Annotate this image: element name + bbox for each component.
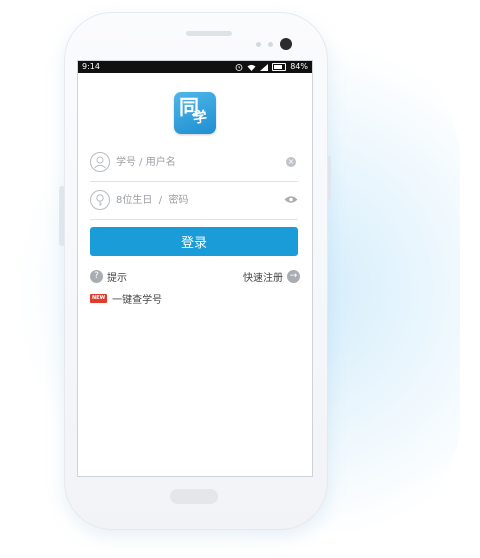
arrow-right-icon: → — [287, 270, 300, 283]
signal-icon — [260, 63, 269, 71]
front-camera — [280, 38, 292, 50]
logo-char-sub: 学 — [191, 109, 209, 127]
status-time: 9:14 — [82, 62, 100, 71]
alarm-icon — [235, 64, 243, 71]
username-input[interactable] — [116, 153, 276, 171]
question-icon: ? — [90, 270, 103, 283]
query-label: 一键查学号 — [112, 295, 163, 306]
new-badge: NEW — [90, 294, 108, 303]
username-field: × — [90, 145, 298, 182]
eye-icon[interactable] — [284, 195, 298, 204]
clear-icon[interactable]: × — [286, 157, 296, 167]
user-icon — [90, 152, 110, 172]
quick-register-link[interactable]: 快速注册 → — [243, 269, 300, 284]
phone-sensor — [256, 42, 261, 47]
status-icons: 84% — [235, 61, 308, 73]
status-bar: 9:14 84% — [78, 61, 312, 73]
battery-percent: 84% — [290, 62, 308, 71]
phone-speaker — [186, 31, 232, 36]
hint-link[interactable]: ? 提示 — [90, 269, 127, 284]
password-input[interactable] — [116, 191, 276, 209]
password-field — [90, 183, 298, 220]
wifi-icon — [247, 64, 256, 71]
phone-screen: 9:14 84% 同 学 × — [77, 60, 313, 477]
key-icon — [90, 190, 110, 210]
query-student-id-link[interactable]: NEW 一键查学号 — [90, 291, 162, 306]
app-logo: 同 学 — [174, 92, 216, 134]
register-label: 快速注册 — [243, 273, 283, 284]
login-button[interactable]: 登录 — [90, 227, 298, 256]
hint-label: 提示 — [107, 273, 127, 284]
home-button[interactable] — [170, 489, 218, 504]
phone-sensor — [268, 42, 273, 47]
battery-icon — [272, 63, 287, 71]
